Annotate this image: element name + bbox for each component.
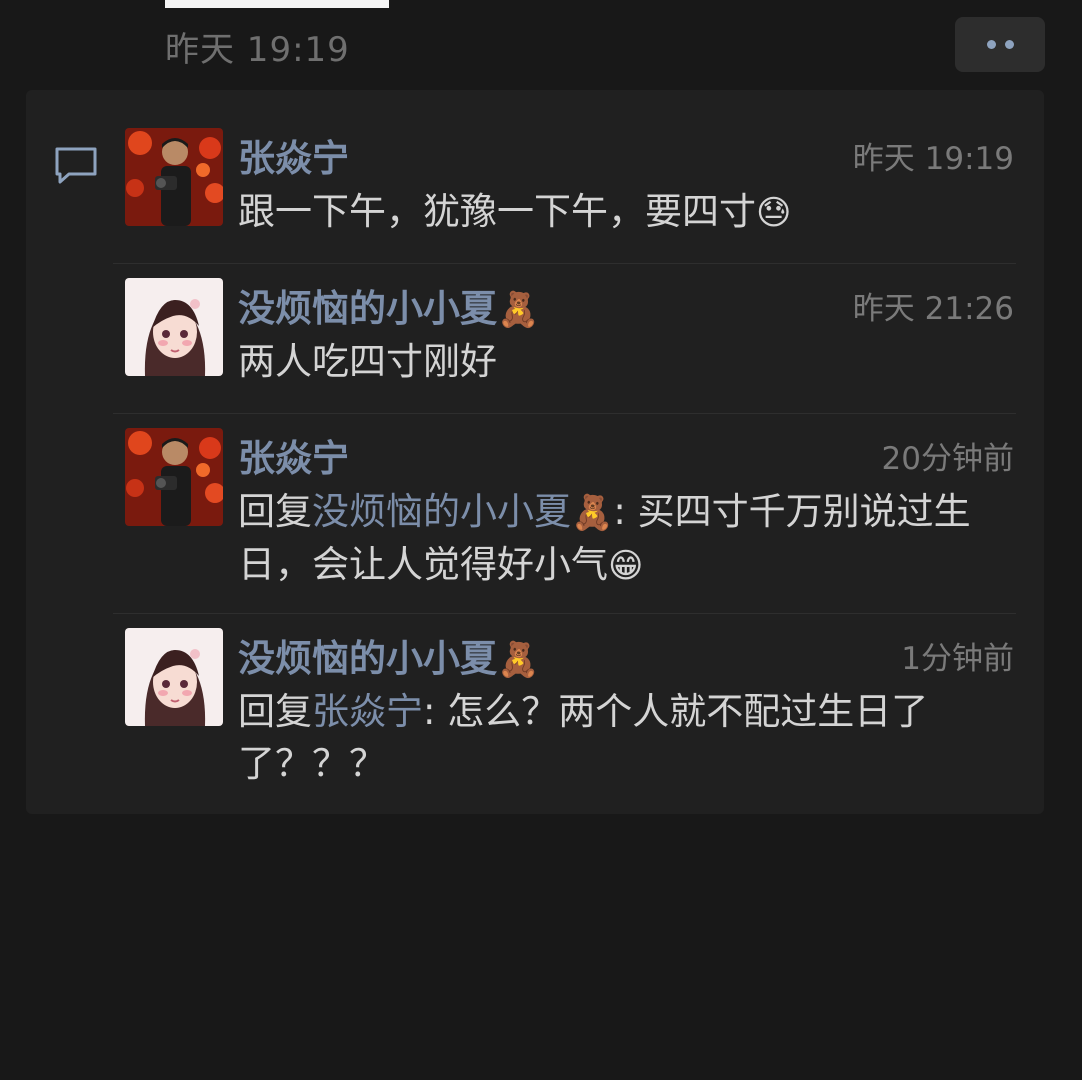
comment-text: 回复没烦恼的小小夏🧸: 买四寸千万别说过生日，会让人觉得好小气😁 — [238, 486, 1028, 592]
avatar[interactable] — [125, 128, 223, 226]
teddy-bear-icon: 🧸 — [571, 493, 614, 533]
reply-target-link[interactable]: 没烦恼的小小夏🧸 — [312, 490, 613, 533]
comment-time: 20分钟前 — [881, 441, 1014, 477]
more-button[interactable] — [955, 17, 1045, 72]
comment-body: 两人吃四寸刚好 — [238, 340, 497, 383]
post-time: 昨天 19:19 — [165, 30, 350, 70]
reply-target-link[interactable]: 张焱宁 — [312, 690, 423, 733]
post-image-edge — [165, 0, 389, 8]
comment-text: 两人吃四寸刚好 — [238, 336, 1028, 388]
reply-label: 回复 — [238, 490, 312, 533]
avatar[interactable] — [125, 628, 223, 726]
teddy-bear-icon: 🧸 — [497, 290, 540, 330]
reply-label: 回复 — [238, 690, 312, 733]
comment-text: 跟一下午，犹豫一下午，要四寸😓 — [238, 186, 1028, 239]
comment-body: 跟一下午，犹豫一下午，要四寸 — [238, 190, 756, 233]
avatar[interactable] — [125, 278, 223, 376]
comment-divider — [113, 263, 1016, 264]
comment-time: 昨天 21:26 — [852, 291, 1014, 327]
comment-divider — [113, 413, 1016, 414]
moments-comment-page: 昨天 19:19 张焱宁 昨天 19:19 跟一下午，犹豫一下午，要四寸😓 没烦… — [0, 0, 1082, 1080]
comment-text: 回复张焱宁: 怎么？两个人就不配过生日了了？？？ — [238, 686, 1028, 790]
comment-nickname[interactable]: 张焱宁 — [238, 128, 349, 182]
comment-time: 1分钟前 — [901, 641, 1014, 677]
comment-nickname[interactable]: 没烦恼的小小夏🧸 — [238, 628, 539, 682]
teddy-bear-icon: 🧸 — [497, 640, 540, 680]
comment-nickname[interactable]: 张焱宁 — [238, 428, 349, 482]
grin-emoji-icon: 😁 — [608, 546, 644, 586]
comment-divider — [113, 613, 1016, 614]
comment-time: 昨天 19:19 — [852, 141, 1014, 177]
sweat-emoji-icon: 😓 — [756, 193, 792, 233]
comment-nickname[interactable]: 没烦恼的小小夏🧸 — [238, 278, 539, 332]
avatar[interactable] — [125, 428, 223, 526]
comment-icon — [55, 147, 97, 184]
more-dots-icon — [986, 40, 996, 49]
